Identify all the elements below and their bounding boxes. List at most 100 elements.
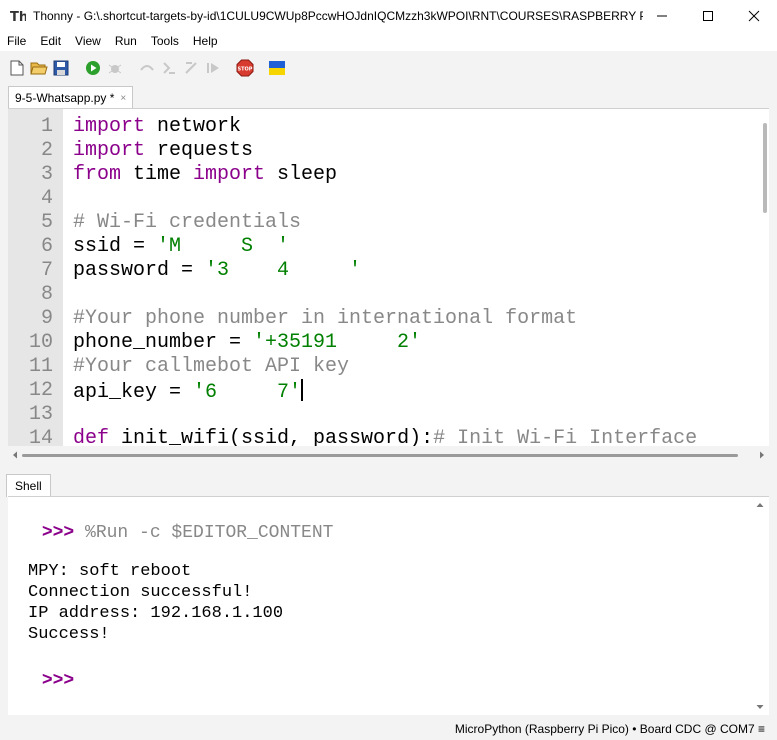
tab-label: 9-5-Whatsapp.py *	[15, 91, 115, 105]
code-line[interactable]: password = '3 4 '	[73, 259, 361, 283]
code-line[interactable]: #Your phone number in international form…	[73, 307, 577, 331]
ukraine-flag-icon[interactable]	[268, 59, 286, 77]
menu-edit[interactable]: Edit	[33, 34, 68, 48]
string-token: 'M S '	[157, 235, 290, 258]
shell-vertical-scrollbar[interactable]	[755, 497, 765, 715]
close-icon	[748, 10, 760, 21]
status-bar: MicroPython (Raspberry Pi Pico) • Board …	[0, 718, 777, 740]
debug-icon[interactable]	[106, 59, 124, 77]
text-token: phone_number =	[73, 331, 254, 354]
comment-token: # Init Wi-Fi Interface	[433, 427, 698, 446]
text-token: password =	[73, 259, 206, 282]
shell-prompt: >>>	[41, 671, 75, 691]
shell-console[interactable]: >>> %Run -c $EDITOR_CONTENT MPY: soft re…	[8, 496, 769, 715]
keyword-token: import	[73, 115, 146, 138]
editor-vertical-scrollbar[interactable]	[763, 123, 767, 213]
line-number: 7	[40, 259, 53, 282]
code-line[interactable]: def init_wifi(ssid, password):# Init Wi-…	[73, 427, 697, 446]
scrollbar-thumb[interactable]	[22, 454, 738, 457]
line-number: 6	[40, 235, 53, 258]
line-number: 4	[40, 187, 53, 210]
tab-editor-file[interactable]: 9-5-Whatsapp.py * ×	[8, 86, 134, 109]
resume-icon[interactable]	[204, 59, 222, 77]
menu-file[interactable]: File	[0, 34, 33, 48]
line-number: 13	[28, 403, 53, 426]
scroll-up-icon	[756, 503, 764, 507]
line-number: 1	[40, 115, 53, 138]
toolbar: STOP	[0, 53, 777, 83]
line-number: 10	[28, 331, 53, 354]
minimize-button[interactable]	[639, 0, 685, 31]
stop-icon[interactable]: STOP	[236, 59, 254, 77]
close-button[interactable]	[731, 0, 777, 31]
menu-run[interactable]: Run	[108, 34, 144, 48]
keyword-token: import	[73, 139, 146, 162]
text-token: time	[121, 163, 194, 186]
line-number: 8	[40, 283, 53, 306]
tab-close-icon[interactable]: ×	[120, 93, 126, 104]
scroll-down-icon	[756, 705, 764, 709]
text-caret	[301, 379, 304, 401]
editor-tabbar: 9-5-Whatsapp.py * ×	[0, 86, 777, 109]
save-icon[interactable]	[52, 59, 70, 77]
svg-text:Th: Th	[10, 10, 26, 24]
menu-view[interactable]: View	[68, 34, 108, 48]
code-line[interactable]: ssid = 'M S '	[73, 235, 289, 259]
step-into-icon[interactable]	[160, 59, 178, 77]
svg-text:STOP: STOP	[238, 67, 253, 73]
code-line[interactable]: api_key = '6 7'	[73, 379, 304, 405]
line-number: 11	[28, 355, 53, 378]
comment-token: #Your phone number in international form…	[73, 307, 578, 330]
line-number: 14	[28, 427, 53, 446]
string-token: '+35191 2'	[253, 331, 422, 354]
text-token: network	[145, 115, 242, 138]
code-line[interactable]: # Wi-Fi credentials	[73, 211, 301, 235]
menu-help[interactable]: Help	[186, 34, 225, 48]
comment-token: #Your callmebot API key	[73, 355, 350, 378]
text-token: ssid =	[73, 235, 158, 258]
code-line[interactable]: from time import sleep	[73, 163, 337, 187]
shell-prompt: >>>	[41, 523, 75, 543]
step-out-icon[interactable]	[182, 59, 200, 77]
comment-token: # Wi-Fi credentials	[73, 211, 302, 234]
shell-tab-label: Shell	[15, 479, 42, 493]
string-token: '3 4 '	[205, 259, 362, 282]
string-token: '6 7'	[193, 381, 302, 404]
line-number: 9	[40, 307, 53, 330]
step-over-icon[interactable]	[138, 59, 156, 77]
title-bar: Th Thonny - G:\.shortcut-targets-by-id\1…	[0, 0, 777, 31]
code-line[interactable]: import network	[73, 115, 241, 139]
scroll-right-icon	[760, 451, 764, 459]
interpreter-selector[interactable]: MicroPython (Raspberry Pi Pico) • Board …	[455, 722, 765, 736]
editor-horizontal-scrollbar[interactable]	[8, 446, 769, 464]
maximize-button[interactable]	[685, 0, 731, 31]
menu-tools[interactable]: Tools	[144, 34, 186, 48]
shell-output-line: Success!	[28, 625, 110, 644]
code-editor[interactable]: 1 import network 2 import requests 3 from tim…	[8, 108, 769, 446]
keyword-token: def	[73, 427, 110, 446]
shell-input-line[interactable]: >>>	[13, 657, 74, 705]
shell-command: %Run -c $EDITOR_CONTENT	[74, 523, 334, 543]
line-number: 5	[40, 211, 53, 234]
shell-output-line: IP address: 192.168.1.100	[28, 604, 284, 623]
code-line[interactable]: import requests	[73, 139, 253, 163]
new-file-icon[interactable]	[8, 59, 26, 77]
menu-bar: File Edit View Run Tools Help	[0, 31, 777, 51]
text-token: sleep	[265, 163, 338, 186]
run-icon[interactable]	[84, 59, 102, 77]
text-token: requests	[145, 139, 254, 162]
text-token: init_wifi(ssid, password):	[109, 427, 434, 446]
shell-output-line: Connection successful!	[28, 583, 253, 602]
shell-output-line: MPY: soft reboot	[28, 562, 192, 581]
tab-shell[interactable]: Shell	[6, 474, 51, 497]
thonny-logo-icon: Th	[10, 8, 26, 24]
keyword-token: import	[193, 163, 266, 186]
line-number: 3	[40, 163, 53, 186]
line-number: 2	[40, 139, 53, 162]
scroll-left-icon	[13, 451, 17, 459]
code-line[interactable]: #Your callmebot API key	[73, 355, 349, 379]
code-line[interactable]: phone_number = '+35191 2'	[73, 331, 421, 355]
maximize-icon	[703, 10, 713, 21]
line-number: 12	[28, 379, 53, 402]
open-file-icon[interactable]	[30, 59, 48, 77]
